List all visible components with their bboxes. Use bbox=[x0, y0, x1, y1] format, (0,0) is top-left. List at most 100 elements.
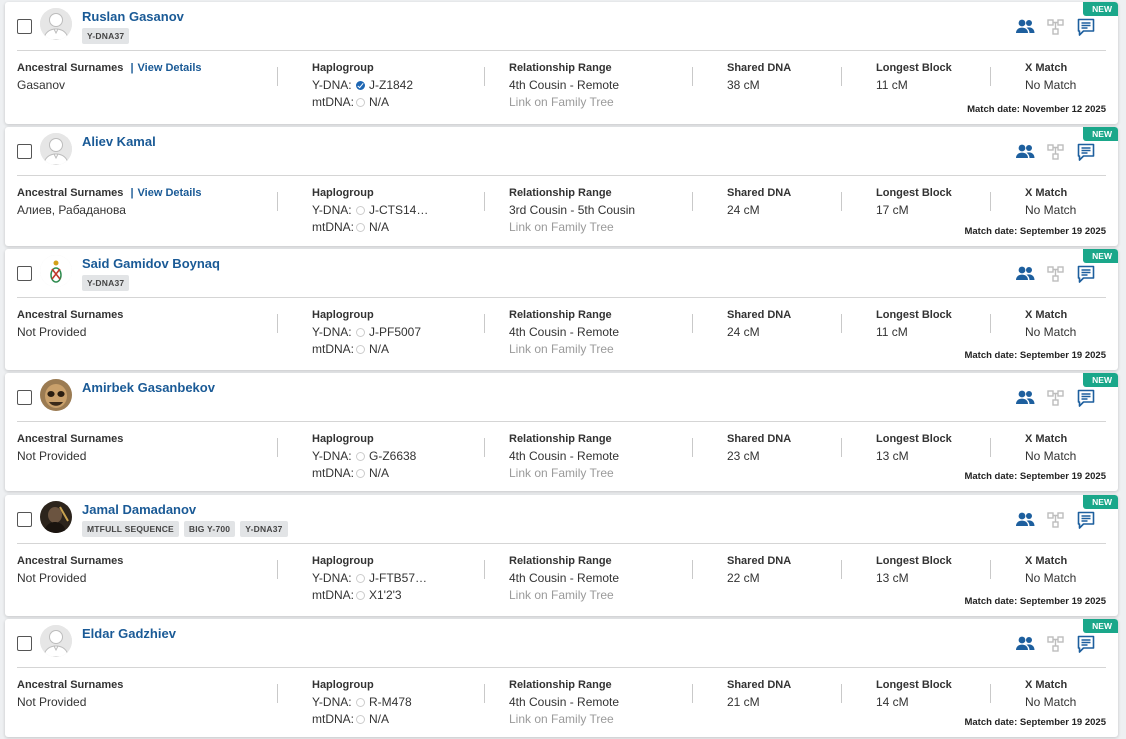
people-icon[interactable] bbox=[1015, 18, 1035, 41]
avatar[interactable] bbox=[40, 8, 72, 40]
x-match-column: X Match No Match bbox=[1025, 431, 1076, 465]
message-icon[interactable] bbox=[1077, 511, 1095, 535]
longest-block-column: Longest Block 13 cM bbox=[876, 431, 952, 465]
column-divider bbox=[692, 192, 693, 211]
longest-block-column: Longest Block 17 cM bbox=[876, 185, 952, 219]
relationship-header: Relationship Range bbox=[509, 187, 612, 199]
match-card: NEW Aliev Kamal Ancestral Surnames | Vie… bbox=[5, 127, 1118, 246]
match-name[interactable]: Eldar Gadzhiev bbox=[82, 626, 176, 641]
x-match-header: X Match bbox=[1025, 309, 1068, 321]
column-divider bbox=[841, 560, 842, 579]
avatar[interactable] bbox=[40, 133, 72, 165]
match-name[interactable]: Ruslan Gasanov bbox=[82, 9, 184, 24]
shared-dna-column: Shared DNA 23 cM bbox=[727, 431, 791, 465]
relationship-header: Relationship Range bbox=[509, 679, 612, 691]
view-details-link[interactable]: View Details bbox=[138, 62, 202, 74]
longest-block-column: Longest Block 13 cM bbox=[876, 553, 952, 587]
select-checkbox[interactable] bbox=[17, 19, 32, 34]
shared-dna-value: 22 cM bbox=[727, 571, 760, 585]
select-checkbox[interactable] bbox=[17, 266, 32, 281]
relationship-column: Relationship Range 3rd Cousin - 5th Cous… bbox=[509, 185, 635, 236]
match-name[interactable]: Said Gamidov Boynaq bbox=[82, 256, 220, 271]
ydna-value: J-FTB57… bbox=[369, 571, 428, 585]
people-icon[interactable] bbox=[1015, 265, 1035, 288]
relationship-column: Relationship Range 4th Cousin - Remote L… bbox=[509, 307, 619, 358]
mtdna-value: N/A bbox=[369, 342, 390, 356]
longest-block-value: 14 cM bbox=[876, 695, 909, 709]
relationship-value: 4th Cousin - Remote bbox=[509, 695, 620, 709]
avatar[interactable] bbox=[40, 379, 72, 411]
x-match-column: X Match No Match bbox=[1025, 60, 1076, 94]
match-date: Match date: September 19 2025 bbox=[964, 717, 1106, 728]
family-tree-icon[interactable] bbox=[1047, 511, 1065, 534]
family-tree-icon[interactable] bbox=[1047, 389, 1065, 412]
shared-dna-header: Shared DNA bbox=[727, 309, 792, 321]
card-divider bbox=[17, 667, 1106, 668]
avatar[interactable] bbox=[40, 501, 72, 533]
column-divider bbox=[841, 314, 842, 333]
people-icon[interactable] bbox=[1015, 511, 1035, 534]
link-family-tree[interactable]: Link on Family Tree bbox=[509, 220, 614, 234]
family-tree-icon[interactable] bbox=[1047, 143, 1065, 166]
mtdna-status-icon bbox=[356, 715, 365, 724]
link-family-tree[interactable]: Link on Family Tree bbox=[509, 95, 614, 109]
match-actions bbox=[1015, 635, 1105, 659]
ydna-status-icon bbox=[356, 452, 365, 461]
ydna-label: Y-DNA: bbox=[312, 571, 352, 585]
avatar[interactable] bbox=[40, 625, 72, 657]
mtdna-label: mtDNA: bbox=[312, 712, 354, 726]
family-tree-icon[interactable] bbox=[1047, 635, 1065, 658]
view-details-link[interactable]: View Details bbox=[138, 187, 202, 199]
match-date-label: Match date: bbox=[964, 596, 1018, 607]
relationship-header: Relationship Range bbox=[509, 433, 612, 445]
column-divider bbox=[277, 438, 278, 457]
shared-dna-value: 38 cM bbox=[727, 78, 760, 92]
mtdna-status-icon bbox=[356, 591, 365, 600]
select-checkbox[interactable] bbox=[17, 144, 32, 159]
x-match-value: No Match bbox=[1025, 325, 1077, 339]
shared-dna-header: Shared DNA bbox=[727, 555, 792, 567]
message-icon[interactable] bbox=[1077, 265, 1095, 289]
test-tag: Y-DNA37 bbox=[82, 275, 130, 291]
link-family-tree[interactable]: Link on Family Tree bbox=[509, 712, 614, 726]
select-checkbox[interactable] bbox=[17, 390, 32, 405]
avatar[interactable] bbox=[40, 255, 72, 287]
x-match-header: X Match bbox=[1025, 62, 1068, 74]
message-icon[interactable] bbox=[1077, 389, 1095, 413]
shared-dna-column: Shared DNA 21 cM bbox=[727, 677, 791, 711]
match-name[interactable]: Amirbek Gasanbekov bbox=[82, 380, 215, 395]
column-divider bbox=[990, 438, 991, 457]
family-tree-icon[interactable] bbox=[1047, 18, 1065, 41]
people-icon[interactable] bbox=[1015, 389, 1035, 412]
people-icon[interactable] bbox=[1015, 143, 1035, 166]
match-name[interactable]: Aliev Kamal bbox=[82, 134, 156, 149]
link-family-tree[interactable]: Link on Family Tree bbox=[509, 466, 614, 480]
message-icon[interactable] bbox=[1077, 18, 1095, 42]
shared-dna-header: Shared DNA bbox=[727, 679, 792, 691]
card-divider bbox=[17, 50, 1106, 51]
surnames-value: Not Provided bbox=[17, 695, 87, 709]
people-icon[interactable] bbox=[1015, 635, 1035, 658]
surnames-column: Ancestral Surnames | View Details Алиев, … bbox=[17, 187, 202, 217]
family-tree-icon[interactable] bbox=[1047, 265, 1065, 288]
new-badge: NEW bbox=[1083, 495, 1118, 509]
ydna-value: J-CTS14… bbox=[369, 203, 429, 217]
message-icon[interactable] bbox=[1077, 635, 1095, 659]
match-card: NEW Amirbek Gasanbekov Ancestral Surname… bbox=[5, 373, 1118, 491]
card-divider bbox=[17, 421, 1106, 422]
test-tag: Y-DNA37 bbox=[240, 521, 288, 537]
longest-block-header: Longest Block bbox=[876, 309, 952, 321]
match-date: Match date: November 12 2025 bbox=[967, 104, 1106, 115]
surnames-header: Ancestral Surnames bbox=[17, 433, 124, 445]
shared-dna-header: Shared DNA bbox=[727, 433, 792, 445]
ydna-value: G-Z6638 bbox=[369, 449, 417, 463]
x-match-value: No Match bbox=[1025, 695, 1077, 709]
match-date-label: Match date: bbox=[964, 471, 1018, 482]
link-family-tree[interactable]: Link on Family Tree bbox=[509, 342, 614, 356]
select-checkbox[interactable] bbox=[17, 636, 32, 651]
link-family-tree[interactable]: Link on Family Tree bbox=[509, 588, 614, 602]
surnames-column: Ancestral Surnames | View Details Gasanov bbox=[17, 62, 202, 92]
message-icon[interactable] bbox=[1077, 143, 1095, 167]
select-checkbox[interactable] bbox=[17, 512, 32, 527]
match-name[interactable]: Jamal Damadanov bbox=[82, 502, 196, 517]
